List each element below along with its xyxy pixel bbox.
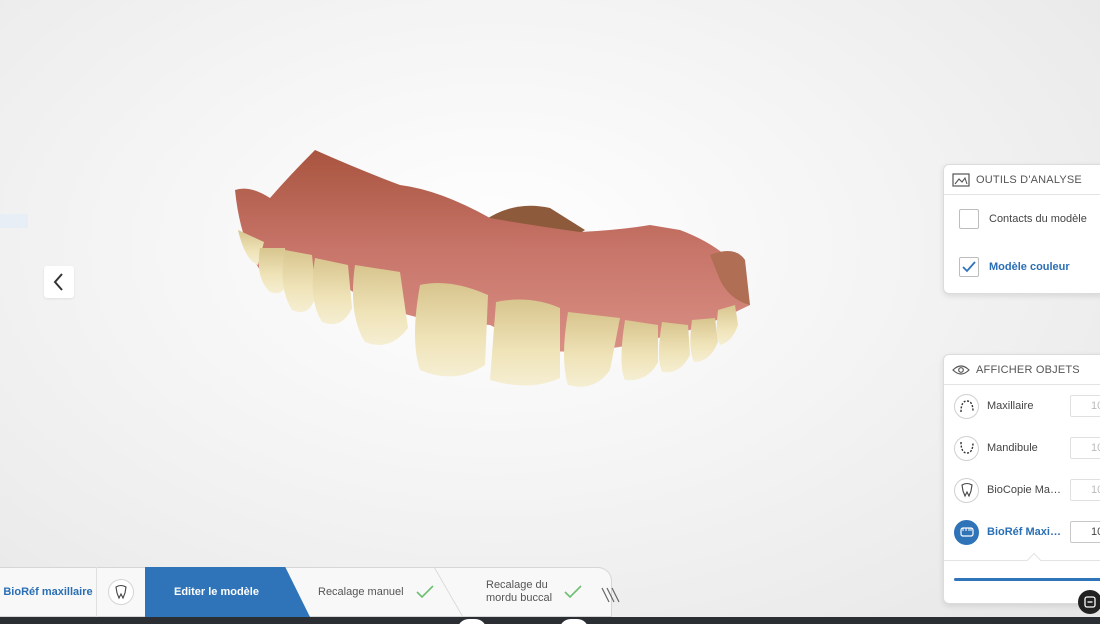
- contacts-checkbox[interactable]: [959, 209, 979, 229]
- option-model-contacts[interactable]: Contacts du modèle: [944, 195, 1100, 243]
- eye-icon: [952, 364, 970, 375]
- 3d-model-viewport[interactable]: [200, 130, 780, 410]
- biocopy-tooth-icon[interactable]: [954, 477, 979, 503]
- opacity-input[interactable]: [1070, 395, 1100, 417]
- step-label: Recalage du mordu buccal: [486, 579, 552, 605]
- workflow-bar: BioRéf maxillaire Editer le modèle Recal…: [0, 567, 630, 617]
- step-label-line1: Recalage du: [486, 579, 548, 591]
- step-tooth-button[interactable]: [97, 567, 145, 617]
- display-objects-panel: AFFICHER OBJETS Maxillaire Mandibule Bio…: [943, 354, 1100, 604]
- maxilla-arch-icon[interactable]: [954, 393, 979, 419]
- analysis-tools-panel: OUTILS D'ANALYSE Contacts du modèle Modè…: [943, 164, 1100, 294]
- capture-icon: [1084, 596, 1096, 608]
- opacity-input[interactable]: [1070, 437, 1100, 459]
- check-green-icon: [564, 585, 582, 599]
- check-green-icon: [416, 585, 434, 599]
- step-bioref-maxillaire[interactable]: BioRéf maxillaire: [0, 567, 97, 617]
- more-steps-icon[interactable]: [600, 587, 620, 603]
- opacity-slider-area: [944, 552, 1100, 603]
- step-edit-model[interactable]: Editer le modèle: [145, 567, 310, 617]
- analysis-panel-title: OUTILS D'ANALYSE: [976, 173, 1082, 186]
- object-row-mandibule[interactable]: Mandibule: [944, 427, 1100, 469]
- image-analysis-icon: [952, 172, 970, 187]
- objects-panel-header: AFFICHER OBJETS: [944, 355, 1100, 385]
- option-label: Modèle couleur: [989, 261, 1070, 273]
- object-row-maxillaire[interactable]: Maxillaire: [944, 385, 1100, 427]
- object-label: BioRéf Maxil...: [987, 526, 1062, 538]
- mandible-arch-icon[interactable]: [954, 435, 979, 461]
- step-bite-registration[interactable]: Recalage du mordu buccal: [486, 567, 596, 617]
- chevron-left-icon: [53, 273, 63, 291]
- opacity-input[interactable]: [1070, 479, 1100, 501]
- bioref-model-icon[interactable]: [954, 519, 979, 545]
- color-model-checkbox[interactable]: [959, 257, 979, 277]
- option-label: Contacts du modèle: [989, 213, 1087, 225]
- object-label: Mandibule: [987, 442, 1038, 454]
- object-row-biocopie[interactable]: BioCopie Maxi...: [944, 469, 1100, 511]
- analysis-panel-header: OUTILS D'ANALYSE: [944, 165, 1100, 195]
- step-label-line2: mordu buccal: [486, 592, 553, 604]
- opacity-input[interactable]: [1070, 521, 1100, 543]
- taskbar: [0, 617, 1100, 624]
- tooth-icon: [108, 579, 134, 605]
- left-panel-edge: [0, 214, 28, 228]
- object-label: Maxillaire: [987, 400, 1034, 412]
- option-color-model[interactable]: Modèle couleur: [944, 243, 1100, 291]
- slider-pointer: [1026, 552, 1042, 568]
- dental-arch-model[interactable]: [200, 130, 780, 410]
- checkmark-icon: [962, 261, 976, 273]
- object-row-bioref[interactable]: BioRéf Maxil...: [944, 511, 1100, 553]
- objects-panel-title: AFFICHER OBJETS: [976, 363, 1080, 376]
- opacity-slider[interactable]: [954, 578, 1100, 581]
- object-label: BioCopie Maxi...: [987, 484, 1062, 496]
- previous-button[interactable]: [44, 266, 74, 298]
- step-label: Recalage manuel: [318, 586, 404, 598]
- screen-capture-button[interactable]: [1078, 590, 1100, 614]
